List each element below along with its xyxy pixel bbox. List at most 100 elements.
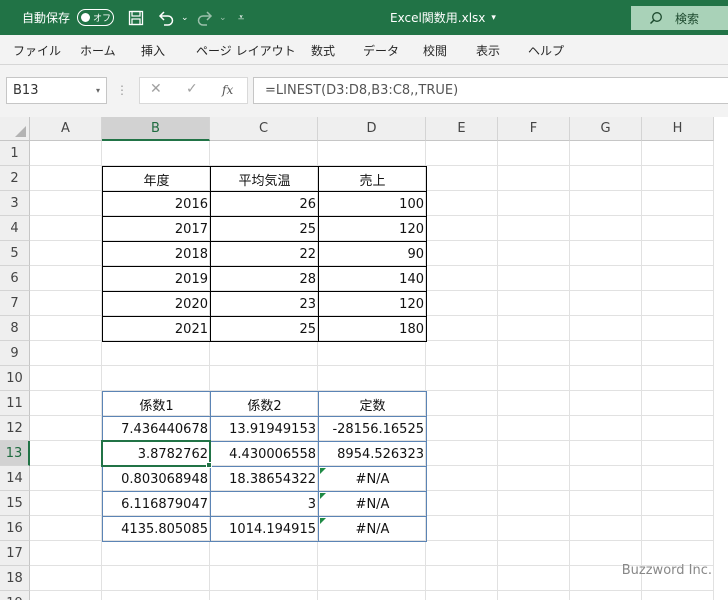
cell-a11[interactable] <box>30 391 102 416</box>
cell-e1[interactable] <box>426 141 498 166</box>
splitter-handle[interactable]: ⋮ <box>116 83 128 97</box>
cell-f9[interactable] <box>498 341 570 366</box>
cell-g13[interactable] <box>570 441 642 466</box>
cell-g14[interactable] <box>570 466 642 491</box>
column-header-d[interactable]: D <box>318 117 426 141</box>
cell-f2[interactable] <box>498 166 570 191</box>
enter-icon[interactable]: ✓ <box>186 81 198 97</box>
table2-data-cell[interactable]: 7.436440678 <box>102 416 211 442</box>
row-header-4[interactable]: 4 <box>0 216 30 241</box>
cell-f18[interactable] <box>498 566 570 591</box>
cell-h1[interactable] <box>642 141 714 166</box>
table2-data-cell[interactable]: 18.38654322 <box>210 466 319 492</box>
table1-data-cell[interactable]: 140 <box>318 266 427 292</box>
cell-h7[interactable] <box>642 291 714 316</box>
cell-e12[interactable] <box>426 416 498 441</box>
cell-a10[interactable] <box>30 366 102 391</box>
cell-e17[interactable] <box>426 541 498 566</box>
row-header-13[interactable]: 13 <box>0 441 30 466</box>
cell-b10[interactable] <box>102 366 210 391</box>
cell-a6[interactable] <box>30 266 102 291</box>
tab-page-layout[interactable]: ページ レイアウト <box>196 35 296 65</box>
tab-help[interactable]: ヘルプ <box>528 35 564 65</box>
cell-a2[interactable] <box>30 166 102 191</box>
tab-review[interactable]: 校閲 <box>423 35 447 65</box>
cell-g4[interactable] <box>570 216 642 241</box>
cell-e6[interactable] <box>426 266 498 291</box>
tab-insert[interactable]: 挿入 <box>141 35 165 65</box>
cell-c18[interactable] <box>210 566 318 591</box>
cell-a16[interactable] <box>30 516 102 541</box>
cell-h11[interactable] <box>642 391 714 416</box>
cell-a19[interactable] <box>30 591 102 600</box>
fill-handle[interactable] <box>206 462 212 468</box>
cell-h8[interactable] <box>642 316 714 341</box>
cell-a15[interactable] <box>30 491 102 516</box>
row-header-2[interactable]: 2 <box>0 166 30 191</box>
cell-e3[interactable] <box>426 191 498 216</box>
cell-e7[interactable] <box>426 291 498 316</box>
cell-b1[interactable] <box>102 141 210 166</box>
tab-file[interactable]: ファイル <box>13 35 61 65</box>
row-header-3[interactable]: 3 <box>0 191 30 216</box>
cell-g3[interactable] <box>570 191 642 216</box>
column-header-a[interactable]: A <box>30 117 102 141</box>
column-header-e[interactable]: E <box>426 117 498 141</box>
cell-e14[interactable] <box>426 466 498 491</box>
table2-data-cell[interactable]: 3 <box>210 491 319 517</box>
table1-header-cell[interactable]: 年度 <box>102 166 211 192</box>
row-header-8[interactable]: 8 <box>0 316 30 341</box>
tab-home[interactable]: ホーム <box>80 35 116 65</box>
cell-g6[interactable] <box>570 266 642 291</box>
row-header-6[interactable]: 6 <box>0 266 30 291</box>
table2-data-cell[interactable]: 0.803068948 <box>102 466 211 492</box>
table1-header-cell[interactable]: 平均気温 <box>210 166 319 192</box>
cell-h3[interactable] <box>642 191 714 216</box>
document-title[interactable]: Excel関数用.xlsx ▾ <box>390 0 496 35</box>
cell-g16[interactable] <box>570 516 642 541</box>
redo-icon[interactable] <box>196 0 214 35</box>
cell-f13[interactable] <box>498 441 570 466</box>
cell-f8[interactable] <box>498 316 570 341</box>
row-header-12[interactable]: 12 <box>0 416 30 441</box>
cell-h13[interactable] <box>642 441 714 466</box>
cell-c9[interactable] <box>210 341 318 366</box>
cell-f14[interactable] <box>498 466 570 491</box>
cell-c10[interactable] <box>210 366 318 391</box>
table2-data-cell[interactable]: 1014.194915 <box>210 516 319 542</box>
table2-header-cell[interactable]: 係数2 <box>210 391 319 417</box>
table1-header-cell[interactable]: 売上 <box>318 166 427 192</box>
cell-g7[interactable] <box>570 291 642 316</box>
column-header-c[interactable]: C <box>210 117 318 141</box>
customize-qat-icon[interactable]: ⩡ <box>238 0 244 35</box>
cell-h14[interactable] <box>642 466 714 491</box>
cell-g10[interactable] <box>570 366 642 391</box>
cell-h5[interactable] <box>642 241 714 266</box>
cell-b17[interactable] <box>102 541 210 566</box>
cell-f3[interactable] <box>498 191 570 216</box>
autosave-toggle[interactable]: オフ <box>77 9 114 26</box>
save-icon[interactable] <box>128 0 144 35</box>
table2-header-cell[interactable]: 係数1 <box>102 391 211 417</box>
table2-data-cell[interactable]: #N/A <box>318 516 427 542</box>
cell-g19[interactable] <box>570 591 642 600</box>
select-all-button[interactable] <box>0 117 30 141</box>
cell-d19[interactable] <box>318 591 426 600</box>
row-header-17[interactable]: 17 <box>0 541 30 566</box>
table1-data-cell[interactable]: 180 <box>318 316 427 342</box>
table2-data-cell[interactable]: 13.91949153 <box>210 416 319 442</box>
cell-b9[interactable] <box>102 341 210 366</box>
cell-g5[interactable] <box>570 241 642 266</box>
table2-data-cell[interactable]: 8954.526323 <box>318 441 427 467</box>
cell-e10[interactable] <box>426 366 498 391</box>
cell-a7[interactable] <box>30 291 102 316</box>
cell-h2[interactable] <box>642 166 714 191</box>
table1-data-cell[interactable]: 2020 <box>102 291 211 317</box>
row-header-7[interactable]: 7 <box>0 291 30 316</box>
column-header-h[interactable]: H <box>642 117 714 141</box>
cell-f10[interactable] <box>498 366 570 391</box>
cell-c19[interactable] <box>210 591 318 600</box>
cell-f17[interactable] <box>498 541 570 566</box>
table2-data-cell[interactable]: #N/A <box>318 491 427 517</box>
cell-h15[interactable] <box>642 491 714 516</box>
